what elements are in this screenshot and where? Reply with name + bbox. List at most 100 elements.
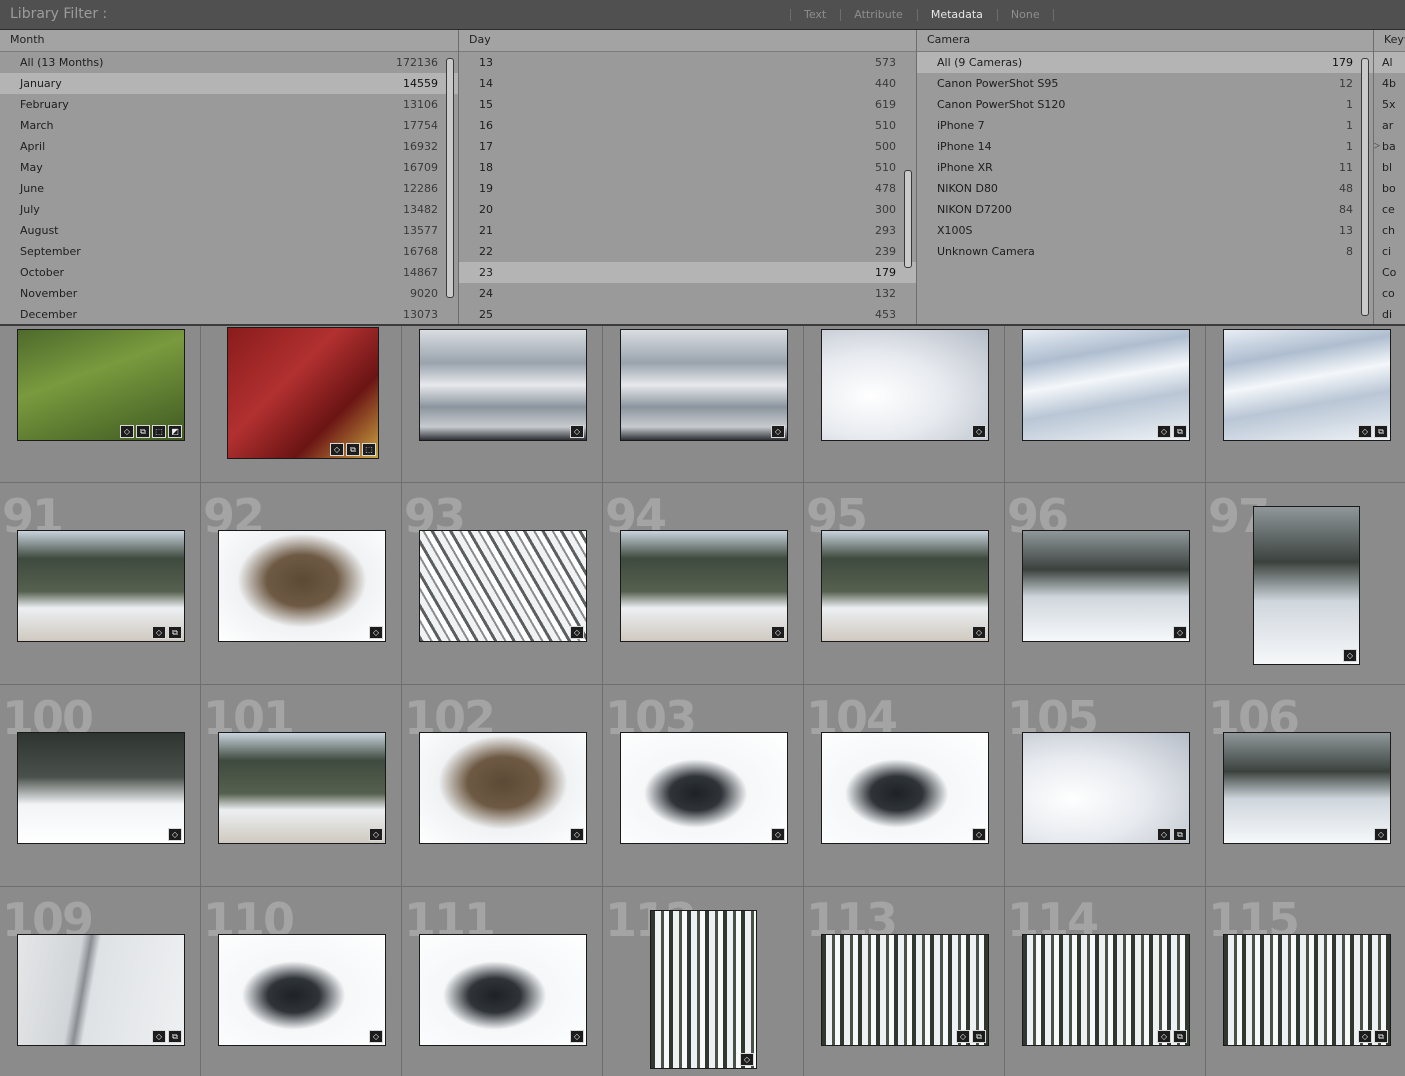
filter-row[interactable]: Unknown Camera 8 [917,241,1373,262]
copy-badge-icon[interactable]: ⧉ [972,1030,986,1043]
edit-badge-icon[interactable]: ◩ [168,425,182,438]
filter-row[interactable]: iPhone 7 1 [917,115,1373,136]
filter-row[interactable]: 20 300 [459,199,916,220]
grid-cell[interactable]: 96 ◇ [1005,483,1206,685]
filter-row[interactable]: July 13482 [0,199,458,220]
photo-thumbnail[interactable]: ◇ ⧉ [17,934,185,1046]
grid-cell[interactable]: 110 ◇ [201,887,402,1076]
filter-row[interactable]: 25 453 [459,304,916,324]
tag-badge-icon[interactable]: ◇ [369,1030,383,1043]
filter-row[interactable]: Canon PowerShot S120 1 [917,94,1373,115]
photo-thumbnail[interactable]: ◇ ⧉ ⬚ [227,327,379,459]
copy-badge-icon[interactable]: ⧉ [346,443,360,456]
tag-badge-icon[interactable]: ◇ [152,626,166,639]
photo-thumbnail[interactable]: ◇ ⧉ [1022,934,1190,1046]
photo-thumbnail[interactable]: ◇ [218,934,386,1046]
filter-row[interactable]: ch [1374,220,1405,241]
tag-badge-icon[interactable]: ◇ [570,626,584,639]
filter-row[interactable]: April 16932 [0,136,458,157]
filter-row[interactable]: 18 510 [459,157,916,178]
tag-badge-icon[interactable]: ◇ [120,425,134,438]
photo-thumbnail[interactable]: ◇ [1022,530,1190,642]
photo-thumbnail[interactable]: ◇ [419,934,587,1046]
grid-cell[interactable]: 112◇ [603,887,804,1076]
tag-badge-icon[interactable]: ◇ [369,828,383,841]
tag-badge-icon[interactable]: ◇ [1157,425,1171,438]
photo-thumbnail[interactable]: ◇ [821,530,989,642]
photo-thumbnail[interactable]: ◇ ⧉ [821,934,989,1046]
filter-row[interactable]: bl [1374,157,1405,178]
column-scrollbar[interactable] [904,170,912,268]
copy-badge-icon[interactable]: ⧉ [1173,425,1187,438]
photo-thumbnail[interactable]: ◇ [1253,506,1360,665]
photo-thumbnail[interactable]: ◇ [821,329,989,441]
tag-badge-icon[interactable]: ◇ [1358,1030,1372,1043]
photo-thumbnail[interactable]: ◇ [1223,732,1391,844]
tag-badge-icon[interactable]: ◇ [1173,626,1187,639]
filter-row[interactable]: 19 478 [459,178,916,199]
column-header-keyword[interactable]: Keyw [1374,30,1405,52]
tag-badge-icon[interactable]: ◇ [972,425,986,438]
tab-attribute[interactable]: Attribute [840,8,917,21]
filter-row[interactable]: co [1374,283,1405,304]
tag-badge-icon[interactable]: ◇ [1343,649,1357,662]
grid-cell[interactable]: 100 ◇ [0,685,201,887]
filter-row[interactable]: 14 440 [459,73,916,94]
photo-thumbnail[interactable]: ◇ [218,732,386,844]
grid-cell[interactable]: 92 ◇ [201,483,402,685]
grid-cell[interactable]: ◇ [402,326,603,483]
tag-badge-icon[interactable]: ◇ [570,1030,584,1043]
filter-row[interactable]: December 13073 [0,304,458,324]
filter-row[interactable]: March 17754 [0,115,458,136]
column-scrollbar[interactable] [446,58,454,298]
filter-row[interactable]: August 13577 [0,220,458,241]
filter-row[interactable]: Co [1374,262,1405,283]
photo-thumbnail[interactable]: ◇ ⧉ [1223,329,1391,441]
filter-row[interactable]: iPhone XR 11 [917,157,1373,178]
grid-cell[interactable]: 102 ◇ [402,685,603,887]
tab-text[interactable]: Text [790,8,840,21]
filter-row[interactable]: 17 500 [459,136,916,157]
grid-cell[interactable]: ◇ [603,326,804,483]
tag-badge-icon[interactable]: ◇ [972,828,986,841]
column-header-day[interactable]: Day [459,30,916,52]
column-scrollbar[interactable] [1361,58,1369,316]
photo-thumbnail[interactable]: ◇ [821,732,989,844]
grid-cell[interactable]: 91 ◇ ⧉ [0,483,201,685]
filter-row[interactable]: 16 510 [459,115,916,136]
tag-badge-icon[interactable]: ◇ [1157,828,1171,841]
tag-badge-icon[interactable]: ◇ [1157,1030,1171,1043]
tab-none[interactable]: None [996,8,1054,21]
grid-cell[interactable]: ◇ [804,326,1005,483]
tab-metadata[interactable]: Metadata [916,8,997,21]
filter-row[interactable]: Al [1374,52,1405,73]
grid-cell[interactable]: 94 ◇ [603,483,804,685]
filter-row[interactable]: X100S 13 [917,220,1373,241]
filter-row[interactable]: October 14867 [0,262,458,283]
grid-cell[interactable]: 95 ◇ [804,483,1005,685]
column-header-month[interactable]: Month [0,30,458,52]
tag-badge-icon[interactable]: ◇ [771,425,785,438]
grid-cell[interactable]: ◇ ⧉ ⬚ [201,326,402,483]
tag-badge-icon[interactable]: ◇ [956,1030,970,1043]
photo-thumbnail[interactable]: ◇ [419,329,587,441]
filter-row[interactable]: 24 132 [459,283,916,304]
filter-row[interactable]: January 14559 [0,73,458,94]
photo-thumbnail[interactable]: ◇ ⧉ [1223,934,1391,1046]
filter-row[interactable]: September 16768 [0,241,458,262]
photo-thumbnail[interactable]: ◇ [17,732,185,844]
filter-row[interactable]: 4b [1374,73,1405,94]
grid-cell[interactable]: 103 ◇ [603,685,804,887]
photo-thumbnail[interactable]: ◇ [218,530,386,642]
crop-badge-icon[interactable]: ⬚ [362,443,376,456]
filter-row[interactable]: All (13 Months) 172136 [0,52,458,73]
tag-badge-icon[interactable]: ◇ [330,443,344,456]
copy-badge-icon[interactable]: ⧉ [1173,1030,1187,1043]
tag-badge-icon[interactable]: ◇ [168,828,182,841]
photo-thumbnail[interactable]: ◇ ⧉ [1022,329,1190,441]
filter-row[interactable]: ci [1374,241,1405,262]
grid-cell[interactable]: 105 ◇ ⧉ [1005,685,1206,887]
copy-badge-icon[interactable]: ⧉ [168,626,182,639]
filter-row[interactable]: 22 239 [459,241,916,262]
filter-row[interactable]: 15 619 [459,94,916,115]
